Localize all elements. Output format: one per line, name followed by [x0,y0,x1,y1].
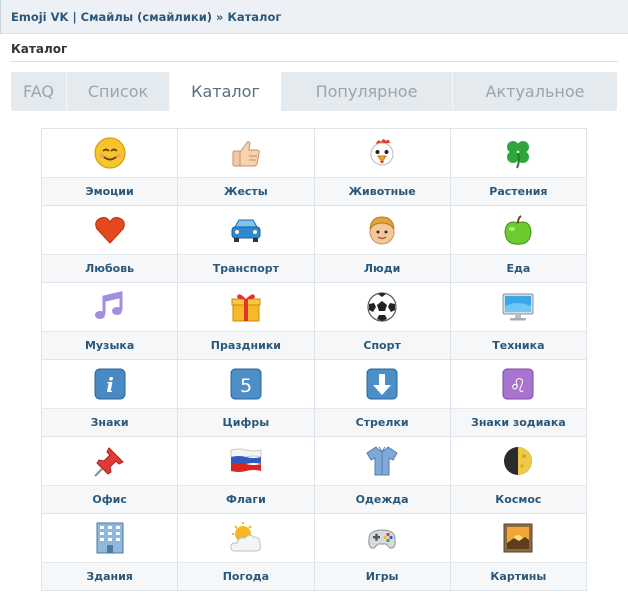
information-icon: i [94,368,126,400]
digit-five-icon: 5 [230,368,262,400]
category-animals[interactable]: Животные [314,129,451,206]
category-label: Космос [450,486,586,513]
category-buildings[interactable]: Здания [42,514,179,591]
car-icon [231,219,261,242]
category-music[interactable]: Музыка [42,283,179,360]
tab-faq[interactable]: FAQ [11,72,67,111]
computer-monitor-icon [502,293,534,321]
down-arrow-icon [366,368,398,400]
category-plants[interactable]: Растения [450,129,587,206]
half-moon-icon [504,447,533,475]
sun-behind-cloud-icon [230,522,261,552]
boy-face-icon [369,216,395,245]
tab-bar: FAQ Список Каталог Популярное Актуальное [11,72,617,111]
category-label: Праздники [178,332,314,359]
category-label: Еда [450,255,586,282]
category-label: Спорт [314,332,450,359]
category-label: Офис [42,486,178,513]
category-games[interactable]: Игры [314,514,451,591]
pushpin-icon [93,447,124,477]
russia-flag-icon [230,448,262,472]
category-label: Растения [450,178,586,205]
category-label: Знаки [42,409,178,436]
category-people[interactable]: Люди [314,206,451,283]
category-love[interactable]: Любовь [42,206,179,283]
category-label: Транспорт [178,255,314,282]
category-weather[interactable]: Погода [178,514,315,591]
information-glyph: i [106,373,114,397]
category-label: Музыка [42,332,178,359]
category-sport[interactable]: Спорт [314,283,451,360]
title-divider [10,61,618,62]
category-flags[interactable]: Флаги [178,437,315,514]
category-label: Любовь [42,255,178,282]
breadcrumb-current: Каталог [227,9,282,24]
page-title: Каталог [11,42,68,56]
catalog-row: i Знаки 5 Цифры Стрелки ♌ Знаки зодиака [42,360,587,437]
digit-glyph: 5 [240,375,252,397]
gift-icon [231,294,261,322]
catalog-row: Любовь Транспорт Люди Еда [42,206,587,283]
category-food[interactable]: Еда [450,206,587,283]
four-leaf-clover-icon [507,141,530,169]
office-building-icon [96,522,124,554]
category-label: Люди [314,255,450,282]
category-label: Знаки зодиака [450,409,586,436]
category-clothes[interactable]: Одежда [314,437,451,514]
category-pictures[interactable]: Картины [450,514,587,591]
heart-icon [94,217,125,244]
thumbs-up-icon [232,141,260,167]
music-notes-icon [94,291,123,319]
tab-list[interactable]: Список [67,72,170,111]
category-label: Картины [450,563,586,590]
tab-catalog[interactable]: Каталог [170,72,281,111]
category-label: Игры [314,563,450,590]
shirt-icon [366,446,398,476]
breadcrumb: Emoji VK | Смайлы (смайлики) » Каталог [0,0,628,34]
catalog-row: Музыка Праздники Спорт Техника [42,283,587,360]
category-label: Здания [42,563,178,590]
catalog-row: Эмоции Жесты Животные Растения [42,129,587,206]
category-label: Флаги [178,486,314,513]
leo-glyph: ♌ [510,375,527,397]
chicken-icon [370,139,394,166]
breadcrumb-arrow: » [216,9,224,24]
category-holidays[interactable]: Праздники [178,283,315,360]
category-label: Жесты [178,178,314,205]
category-label: Эмоции [42,178,178,205]
category-label: Техника [450,332,586,359]
category-emotions[interactable]: Эмоции [42,129,179,206]
game-controller-icon [368,529,396,549]
category-transport[interactable]: Транспорт [178,206,315,283]
breadcrumb-app-link[interactable]: Emoji VK [11,10,68,24]
category-gestures[interactable]: Жесты [178,129,315,206]
catalog-row: Здания Погода Игры Картины [42,514,587,591]
category-digits[interactable]: 5 Цифры [178,360,315,437]
smiling-face-icon [94,137,126,169]
tab-actual[interactable]: Актуальное [453,72,617,111]
breadcrumb-section-link[interactable]: Смайлы (смайлики) [81,10,212,24]
breadcrumb-separator: | [72,9,77,24]
sunrise-picture-icon [503,523,533,553]
leo-zodiac-icon: ♌ [502,368,534,400]
soccer-ball-icon [367,292,397,322]
category-label: Животные [314,178,450,205]
category-signs[interactable]: i Знаки [42,360,179,437]
category-label: Стрелки [314,409,450,436]
category-arrows[interactable]: Стрелки [314,360,451,437]
category-label: Одежда [314,486,450,513]
catalog-row: Офис Флаги Одежда Космос [42,437,587,514]
catalog-grid: Эмоции Жесты Животные Растения Любовь Тр… [41,128,587,591]
category-zodiac[interactable]: ♌ Знаки зодиака [450,360,587,437]
green-apple-icon [504,215,532,245]
tab-popular[interactable]: Популярное [281,72,453,111]
category-space[interactable]: Космос [450,437,587,514]
category-label: Цифры [178,409,314,436]
category-label: Погода [178,563,314,590]
category-office[interactable]: Офис [42,437,179,514]
category-tech[interactable]: Техника [450,283,587,360]
